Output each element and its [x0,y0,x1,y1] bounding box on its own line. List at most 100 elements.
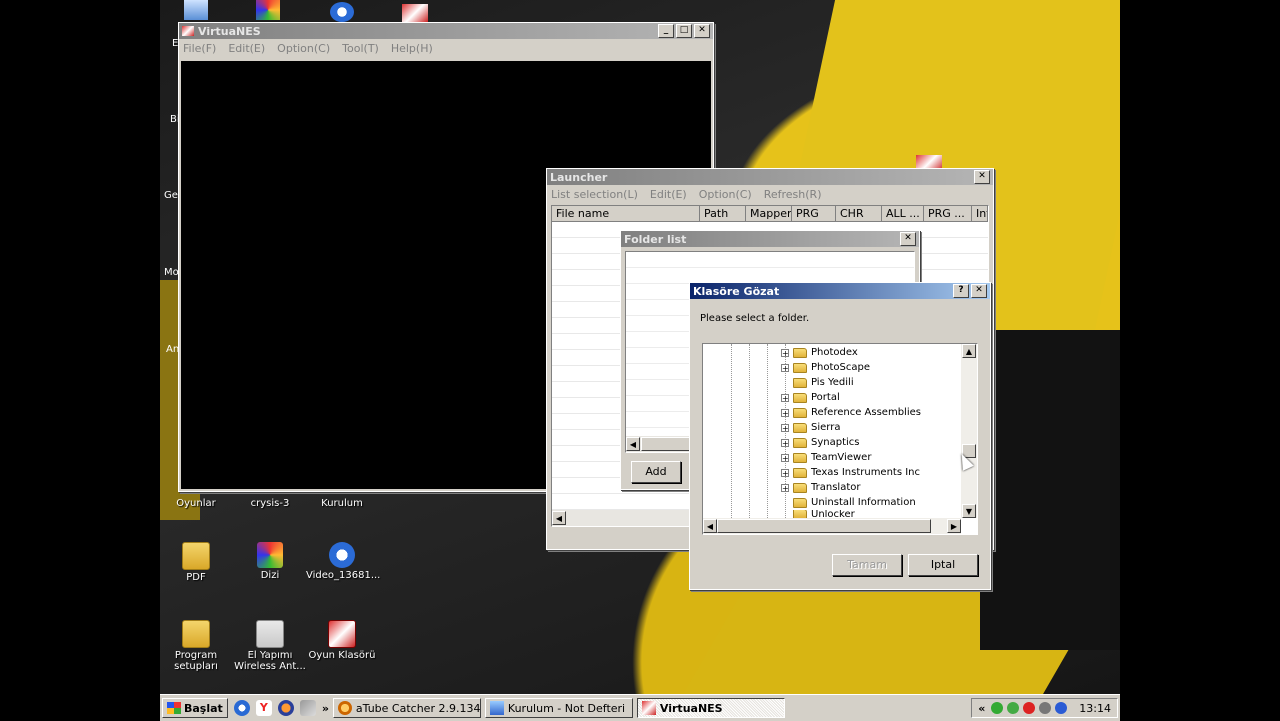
tree-item[interactable]: Pis Yedili [781,375,854,390]
tree-item-label: Synaptics [811,437,860,448]
column-header[interactable]: Inf [972,206,988,222]
browse-folder-dialog[interactable]: Klasöre Gözat ? ✕ Please select a folder… [689,282,991,590]
close-button[interactable]: ✕ [974,170,990,184]
tree-item[interactable]: + TeamViewer [781,450,871,465]
desktop-icon-label: crysis-3 [250,498,290,509]
expand-icon[interactable]: + [781,393,789,402]
scroll-right-icon[interactable]: ▶ [947,519,961,533]
tree-item[interactable]: + Sierra [781,420,840,435]
vertical-scrollbar[interactable]: ▲ ▼ [961,344,977,518]
clock[interactable]: 13:14 [1079,702,1111,715]
shield-icon[interactable] [1023,702,1036,714]
expand-icon[interactable]: + [781,468,789,477]
desktop-icon[interactable] [184,0,208,20]
tree-item[interactable]: Unlocker [781,510,855,518]
desktop-icon-crysis[interactable]: crysis-3 [234,498,306,509]
scroll-thumb[interactable] [717,519,931,533]
rom-list-header: File name Path Mapper PRG CHR ALL ... PR… [552,206,988,222]
tree-item[interactable]: + Texas Instruments Inc [781,465,920,480]
expand-icon[interactable]: + [781,483,789,492]
help-button[interactable]: ? [953,284,969,298]
desktop-icon[interactable] [330,2,354,22]
menu-file[interactable]: File(F) [183,42,216,55]
tray-app-icon[interactable] [1039,702,1052,714]
column-header[interactable]: Mapper [746,206,792,222]
tree-item[interactable]: + Portal [781,390,840,405]
scroll-down-icon[interactable]: ▼ [962,504,976,518]
quicklaunch-chevron-icon[interactable]: » [322,702,329,715]
desktop-icon[interactable] [402,4,428,22]
column-header[interactable]: PRG ... [924,206,972,222]
desktop-icon-oyunlar[interactable]: Oyunlar [160,498,232,509]
tree-item[interactable]: + Translator [781,480,860,495]
quicklaunch-yandex-icon[interactable]: Y [255,700,272,716]
maximize-button[interactable]: □ [676,24,692,38]
menu-tool[interactable]: Tool(T) [342,42,379,55]
tree-line [731,344,732,518]
virtuanes-titlebar[interactable]: VirtuaNES _ □ ✕ [179,23,713,39]
tree-item[interactable]: + PhotoScape [781,360,870,375]
close-button[interactable]: ✕ [694,24,710,38]
menu-list-selection[interactable]: List selection(L) [551,188,638,201]
column-header[interactable]: PRG [792,206,836,222]
tray-expand-icon[interactable]: « [978,702,985,715]
ok-button[interactable]: Tamam [832,554,902,576]
cancel-button[interactable]: Iptal [908,554,978,576]
volume-icon[interactable] [1055,702,1068,714]
scroll-left-icon[interactable]: ◀ [703,519,717,533]
folder-icon [793,497,807,508]
desktop-icon[interactable] [256,0,280,20]
tree-item[interactable]: + Photodex [781,345,858,360]
horizontal-scrollbar[interactable]: ◀ ▶ [703,518,961,534]
network-icon[interactable] [991,702,1004,714]
close-button[interactable]: ✕ [971,284,987,298]
scroll-thumb[interactable] [641,437,691,451]
folder-list-titlebar[interactable]: Folder list ✕ [621,231,919,247]
expand-icon[interactable]: + [781,408,789,417]
menu-option[interactable]: Option(C) [277,42,330,55]
desktop-icon-pdf[interactable]: PDF [160,542,232,583]
quicklaunch-browser-icon[interactable] [233,700,250,716]
menu-edit[interactable]: Edit(E) [228,42,265,55]
scroll-up-icon[interactable]: ▲ [962,344,976,358]
desktop-icon-dizi[interactable]: Dizi [234,542,306,581]
tree-item[interactable]: Uninstall Information [781,495,916,510]
expand-icon[interactable]: + [781,363,789,372]
desktop-icon-kurulum[interactable]: Kurulum [306,498,378,509]
expand-icon[interactable]: + [781,453,789,462]
taskbar-item[interactable]: Kurulum - Not Defteri [484,698,633,718]
desktop-icon-program-setuplari[interactable]: Program setupları [160,620,232,672]
folder-tree[interactable]: + Photodex + PhotoScape Pis Yedili + Portal… [702,343,978,535]
expand-icon[interactable]: + [781,438,789,447]
expand-icon[interactable]: + [781,423,789,432]
menu-edit[interactable]: Edit(E) [650,188,687,201]
close-button[interactable]: ✕ [900,232,916,246]
menu-refresh[interactable]: Refresh(R) [764,188,822,201]
menu-help[interactable]: Help(H) [391,42,433,55]
quicklaunch-tool-icon[interactable] [299,700,316,716]
add-button[interactable]: Add [631,461,681,483]
column-header[interactable]: ALL ... [882,206,924,222]
security-icon[interactable] [1007,702,1020,714]
minimize-button[interactable]: _ [658,24,674,38]
expand-icon[interactable]: + [781,348,789,357]
start-button[interactable]: Başlat [162,698,228,718]
folder-icon [793,347,807,358]
tree-item[interactable]: + Synaptics [781,435,860,450]
taskbar-item[interactable]: VirtuaNES [636,698,785,718]
scroll-left-icon[interactable]: ◀ [626,437,640,451]
column-header[interactable]: Path [700,206,746,222]
desktop-icon-oyun-klasoru[interactable]: Oyun Klasörü [306,620,378,661]
column-header[interactable]: File name [552,206,700,222]
scroll-left-icon[interactable]: ◀ [552,511,566,525]
column-header[interactable]: CHR [836,206,882,222]
browse-dialog-titlebar[interactable]: Klasöre Gözat ? ✕ [690,283,990,299]
desktop-icon-video[interactable]: Video_13681... [306,542,380,581]
quicklaunch-firefox-icon[interactable] [277,700,294,716]
launcher-titlebar[interactable]: Launcher ✕ [547,169,993,185]
taskbar-item[interactable]: aTube Catcher 2.9.1347... [332,698,481,718]
desktop-icon-el-yapimi[interactable]: El Yapımı Wireless Ant... [234,620,306,672]
tree-item[interactable]: + Reference Assemblies [781,405,921,420]
menu-option[interactable]: Option(C) [699,188,752,201]
